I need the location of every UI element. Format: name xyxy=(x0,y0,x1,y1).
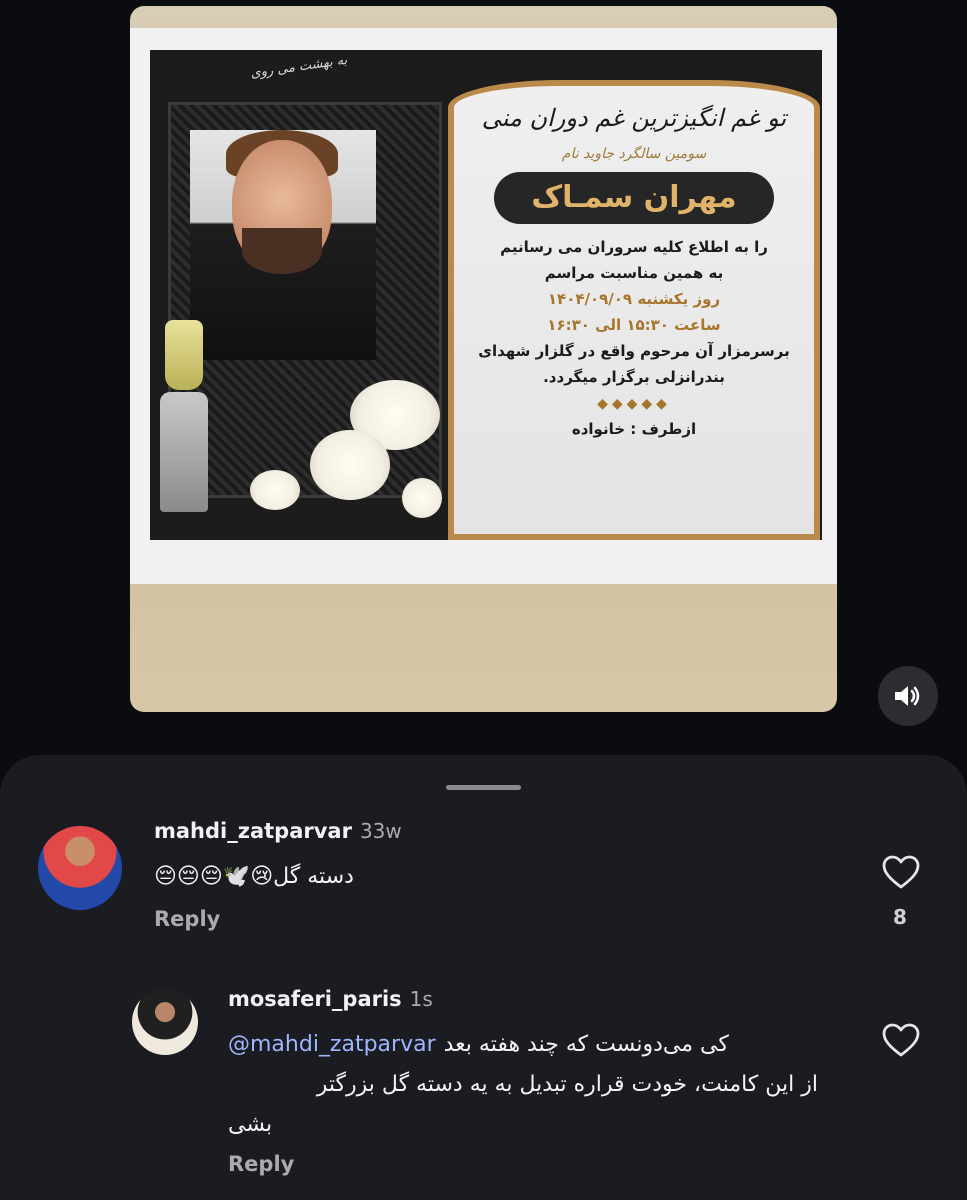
comment-time: 33w xyxy=(359,819,402,843)
ornament-divider: ◆◆◆◆◆ xyxy=(597,396,671,412)
announcement-panel: تو غم انگیزترین غم دوران منی سومین سالگر… xyxy=(448,80,820,540)
comment-text-line: از این کامنت، خودت قراره تبدیل به یه دست… xyxy=(316,1072,818,1097)
reply-button[interactable]: Reply xyxy=(228,1152,294,1176)
memorial-card: به بهشت می روی تو غم انگیزترین غم دوران … xyxy=(150,50,822,540)
calligraphy-text: به بهشت می روی xyxy=(249,52,349,82)
comment-text: @mahdi_zatparvar کی می‌دونست که چند هفته… xyxy=(228,1025,828,1145)
oil-lamp-illustration xyxy=(160,320,208,512)
user-mention[interactable]: @mahdi_zatparvar xyxy=(228,1025,436,1065)
drag-handle[interactable] xyxy=(446,785,521,790)
announcement-line: به همین مناسبت مراسم xyxy=(544,264,724,282)
flower-illustration xyxy=(250,470,300,510)
heart-icon[interactable] xyxy=(881,853,921,893)
announcement-footer: ازطرف : خانواده xyxy=(571,420,697,438)
memorial-title: تو غم انگیزترین غم دوران منی xyxy=(481,104,787,132)
avatar[interactable] xyxy=(38,826,122,910)
audio-toggle-button[interactable] xyxy=(878,666,938,726)
deceased-name: مهران سمـاک xyxy=(494,172,774,224)
announcement-line: بندرانزلی برگزار میگردد. xyxy=(543,368,725,386)
ceremony-date: روز یکشنبه ۱۴۰۴/۰۹/۰۹ xyxy=(547,290,721,308)
comment-username[interactable]: mosaferi_paris 1s xyxy=(228,987,433,1011)
announcement-line: را به اطلاع کلیه سروران می رسانیم xyxy=(500,238,768,256)
flower-illustration xyxy=(402,478,442,518)
heart-icon[interactable] xyxy=(881,1021,921,1061)
portrait-beard xyxy=(242,228,322,274)
comment-time: 1s xyxy=(409,987,433,1011)
speaker-on-icon xyxy=(895,686,920,706)
reply-button[interactable]: Reply xyxy=(154,907,220,931)
ceremony-time: ساعت ۱۵:۳۰ الی ۱۶:۳۰ xyxy=(547,316,721,334)
comments-sheet: mahdi_zatparvar 33w دسته گل😢🕊️😔😔😔 Reply 8… xyxy=(0,755,967,1200)
memorial-subtitle: سومین سالگرد جاوید نام xyxy=(561,146,707,162)
portrait-photo xyxy=(190,130,376,360)
announcement-line: برسرمزار آن مرحوم واقع در گلزار شهدای xyxy=(478,342,790,360)
comment-text: دسته گل😢🕊️😔😔😔 xyxy=(154,864,354,889)
memorial-paper: به بهشت می روی تو غم انگیزترین غم دوران … xyxy=(130,28,837,584)
comment-text-line: کی می‌دونست که چند هفته بعد xyxy=(443,1032,729,1057)
post-image[interactable]: به بهشت می روی تو غم انگیزترین غم دوران … xyxy=(130,6,837,712)
comment-text-line: بشی xyxy=(228,1112,273,1137)
like-count: 8 xyxy=(893,905,907,929)
avatar[interactable] xyxy=(132,989,198,1055)
flower-illustration xyxy=(310,430,390,500)
comment-username[interactable]: mahdi_zatparvar 33w xyxy=(154,819,402,843)
